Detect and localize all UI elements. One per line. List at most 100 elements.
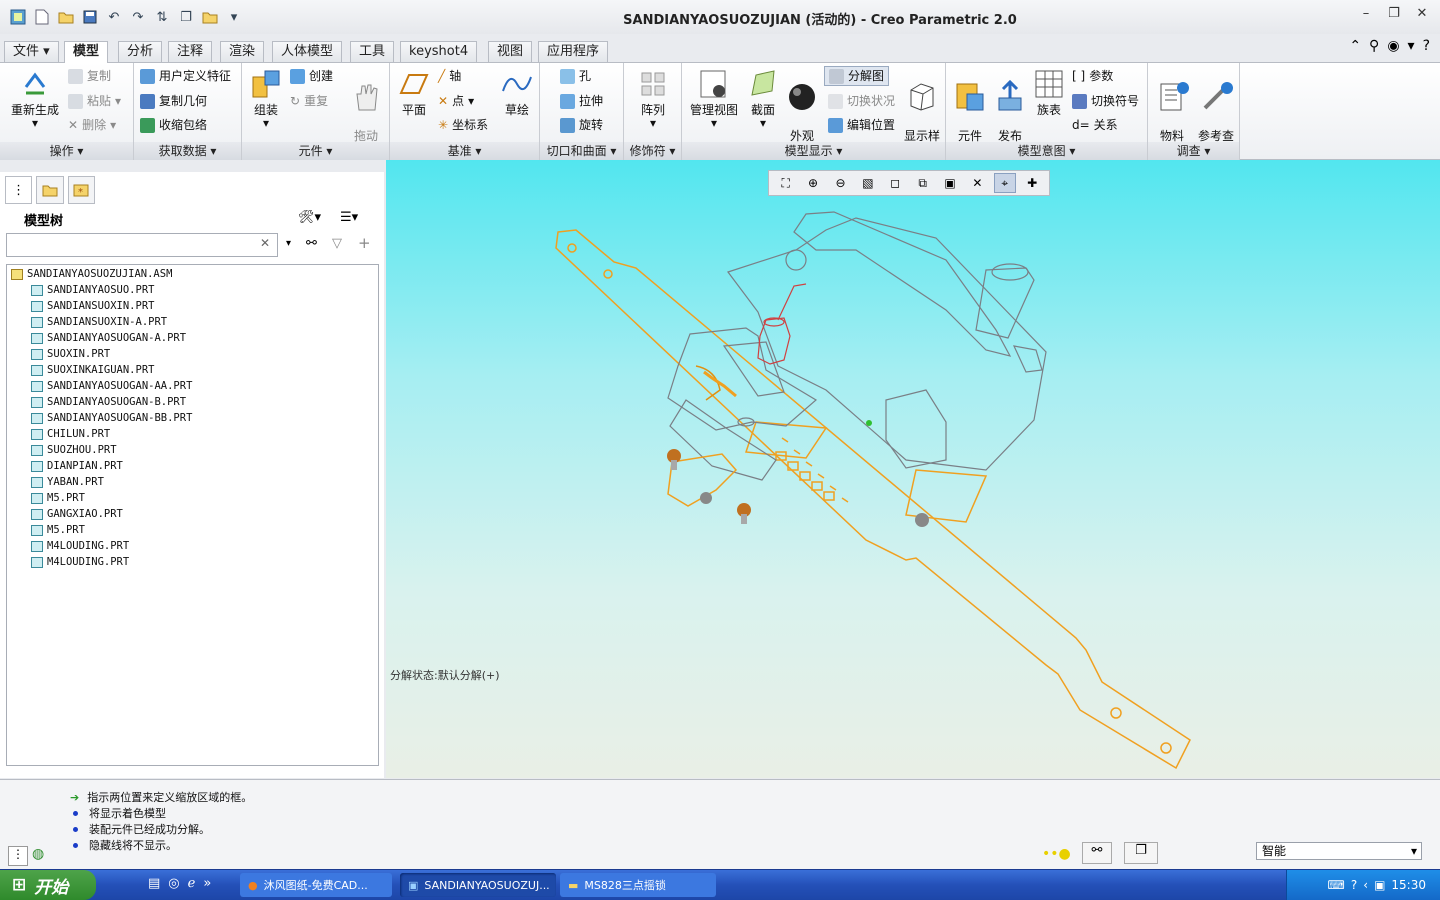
graphics-window[interactable] (386, 160, 1440, 778)
clock[interactable]: 15:30 (1391, 878, 1426, 892)
udf-button[interactable]: 用户定义特征 (140, 66, 231, 86)
saved-orientations-icon[interactable]: ⧉ (912, 173, 934, 193)
tab-manikin[interactable]: 人体模型 (272, 41, 343, 62)
tab-view[interactable]: 视图 (488, 41, 533, 62)
group-label-model-display[interactable]: 模型显示 ▾ (682, 142, 945, 160)
tree-item[interactable]: M4LOUDING.PRT (31, 538, 129, 554)
favorites-tab-icon[interactable]: * (67, 176, 95, 204)
show-desktop-icon[interactable]: ▤ (148, 876, 160, 891)
tree-item[interactable]: DIANPIAN.PRT (31, 458, 123, 474)
repeat-button[interactable]: ↻ 重复 (290, 91, 328, 111)
group-label-investigate[interactable]: 调查 ▾ (1148, 142, 1239, 160)
tab-render[interactable]: 渲染 (220, 41, 265, 62)
add-column-icon[interactable]: + (358, 234, 371, 252)
ie-icon[interactable]: ℯ (188, 876, 196, 891)
datum-display-icon[interactable]: ✕ (966, 173, 988, 193)
refit-icon[interactable]: ⛶ (775, 173, 797, 193)
tree-show-icon[interactable]: ☰▾ (340, 210, 358, 225)
tree-item[interactable]: SANDIANYAOSUOGAN-AA.PRT (31, 378, 192, 394)
start-button[interactable]: ⊞ 开始 (0, 870, 96, 900)
network-icon[interactable]: ▣ (1374, 878, 1385, 892)
pattern-button[interactable]: 阵列 ▾ (632, 67, 674, 130)
revolve-button[interactable]: 旋转 (560, 115, 603, 135)
point-button[interactable]: ✕ 点 ▾ (438, 91, 474, 111)
binoculars-icon[interactable]: ⚯ (306, 236, 317, 251)
tree-settings-icon[interactable]: 🛠▾ (298, 210, 321, 225)
help-icon[interactable]: ? (1351, 878, 1357, 892)
save-icon[interactable] (80, 7, 100, 27)
regenerate-icon[interactable]: ⇅ (152, 7, 172, 27)
delete-button[interactable]: ✕ 删除 ▾ (68, 115, 116, 135)
windows-icon[interactable]: ❐ (176, 7, 196, 27)
new-file-icon[interactable] (32, 7, 52, 27)
zoom-in-icon[interactable]: ⊕ (802, 173, 824, 193)
exploded-view-button[interactable]: 分解图 (824, 66, 890, 86)
tab-analysis[interactable]: 分析 (118, 41, 163, 62)
filter-icon[interactable]: ▽ (332, 236, 342, 251)
tree-item[interactable]: SANDIANSUOXIN-A.PRT (31, 314, 167, 330)
minimize-icon[interactable]: – (1358, 6, 1374, 21)
customize-qat-icon[interactable]: ▾ (224, 7, 244, 27)
undo-icon[interactable]: ↶ (104, 7, 124, 27)
more-icon[interactable]: » (203, 876, 211, 891)
switch-symbols-button[interactable]: 切换符号 (1072, 91, 1139, 111)
relations-button[interactable]: d= 关系 (1072, 115, 1118, 135)
group-label-modifiers[interactable]: 修饰符 ▾ (624, 142, 681, 160)
annotation-display-icon[interactable]: ✚ (1021, 173, 1043, 193)
tree-item[interactable]: SANDIANYAOSUOGAN-A.PRT (31, 330, 186, 346)
group-label-datum[interactable]: 基准 ▾ (390, 142, 539, 160)
repaint-icon[interactable]: ▧ (857, 173, 879, 193)
task-folder[interactable]: ▬ MS828三点摇锁 (560, 873, 716, 897)
group-label-component[interactable]: 元件 ▾ (242, 142, 389, 160)
tree-item[interactable]: M5.PRT (31, 522, 85, 538)
spin-center-icon[interactable]: ⌖ (993, 173, 1016, 193)
selection-filter-select[interactable]: 智能 ▾ (1256, 842, 1422, 860)
chevron-down-icon[interactable]: ▾ (1408, 38, 1415, 54)
tab-keyshot[interactable]: keyshot4 (400, 41, 478, 62)
media-icon[interactable]: ◎ (168, 876, 179, 891)
tray-chevron-icon[interactable]: ‹ (1363, 878, 1368, 892)
edit-position-button[interactable]: 编辑位置 (828, 115, 895, 135)
model-tree-tab-icon[interactable]: ⋮ (5, 176, 33, 204)
toggle-status-button[interactable]: 切换状况 (828, 91, 895, 111)
plane-button[interactable]: 平面 (394, 67, 434, 117)
tree-item[interactable]: SUOXINKAIGUAN.PRT (31, 362, 154, 378)
view-manager-icon[interactable]: ▣ (939, 173, 961, 193)
close-icon[interactable]: ✕ (1414, 6, 1430, 21)
zoom-out-icon[interactable]: ⊖ (829, 173, 851, 193)
tree-item[interactable]: SUOZHOU.PRT (31, 442, 117, 458)
clear-search-icon[interactable]: ✕ (260, 236, 270, 250)
csys-button[interactable]: ✳ 坐标系 (438, 115, 488, 135)
hole-button[interactable]: 孔 (560, 66, 591, 86)
tree-item[interactable]: YABAN.PRT (31, 474, 104, 490)
tree-search-input[interactable] (6, 233, 278, 257)
tab-tools[interactable]: 工具 (350, 41, 395, 62)
tab-file[interactable]: 文件 ▾ (4, 41, 59, 62)
redo-icon[interactable]: ↷ (128, 7, 148, 27)
help-question-icon[interactable]: ? (1423, 38, 1430, 54)
extrude-button[interactable]: 拉伸 (560, 91, 603, 111)
manage-views-button[interactable]: 管理视图 ▾ (686, 67, 742, 130)
search-icon[interactable]: ⚲ (1369, 38, 1379, 54)
navigator-toggle-icon[interactable]: ⋮ (8, 846, 28, 866)
parameters-button[interactable]: [ ] 参数 (1072, 66, 1113, 86)
help-icon[interactable]: ◉ (1387, 38, 1399, 54)
regenerate-button[interactable]: 重新生成 ▾ (6, 67, 64, 130)
display-style-icon[interactable]: ◻ (884, 173, 906, 193)
tree-item[interactable]: SANDIANYAOSUO.PRT (31, 282, 154, 298)
paste-button[interactable]: 粘贴 ▾ (68, 91, 121, 111)
task-browser[interactable]: ● 沐风图纸-免费CAD... (240, 873, 392, 897)
browser-toggle-icon[interactable]: ◍ (32, 846, 52, 866)
find-icon[interactable]: ⚯ (1082, 842, 1112, 864)
copy-button[interactable]: 复制 (68, 66, 111, 86)
regen-status-icon[interactable]: ••● (1042, 846, 1071, 862)
tree-item[interactable]: SUOXIN.PRT (31, 346, 110, 362)
group-label-operations[interactable]: 操作 ▾ (0, 142, 133, 160)
tree-item[interactable]: SANDIANYAOSUOGAN-B.PRT (31, 394, 186, 410)
assemble-button[interactable]: 组装 ▾ (246, 67, 286, 130)
search-dropdown-icon[interactable]: ▾ (286, 238, 291, 249)
axis-button[interactable]: ╱ 轴 (438, 66, 461, 86)
tree-item[interactable]: SANDIANSUOXIN.PRT (31, 298, 154, 314)
tree-item[interactable]: M5.PRT (31, 490, 85, 506)
group-label-cuts-surfaces[interactable]: 切口和曲面 ▾ (540, 142, 623, 160)
